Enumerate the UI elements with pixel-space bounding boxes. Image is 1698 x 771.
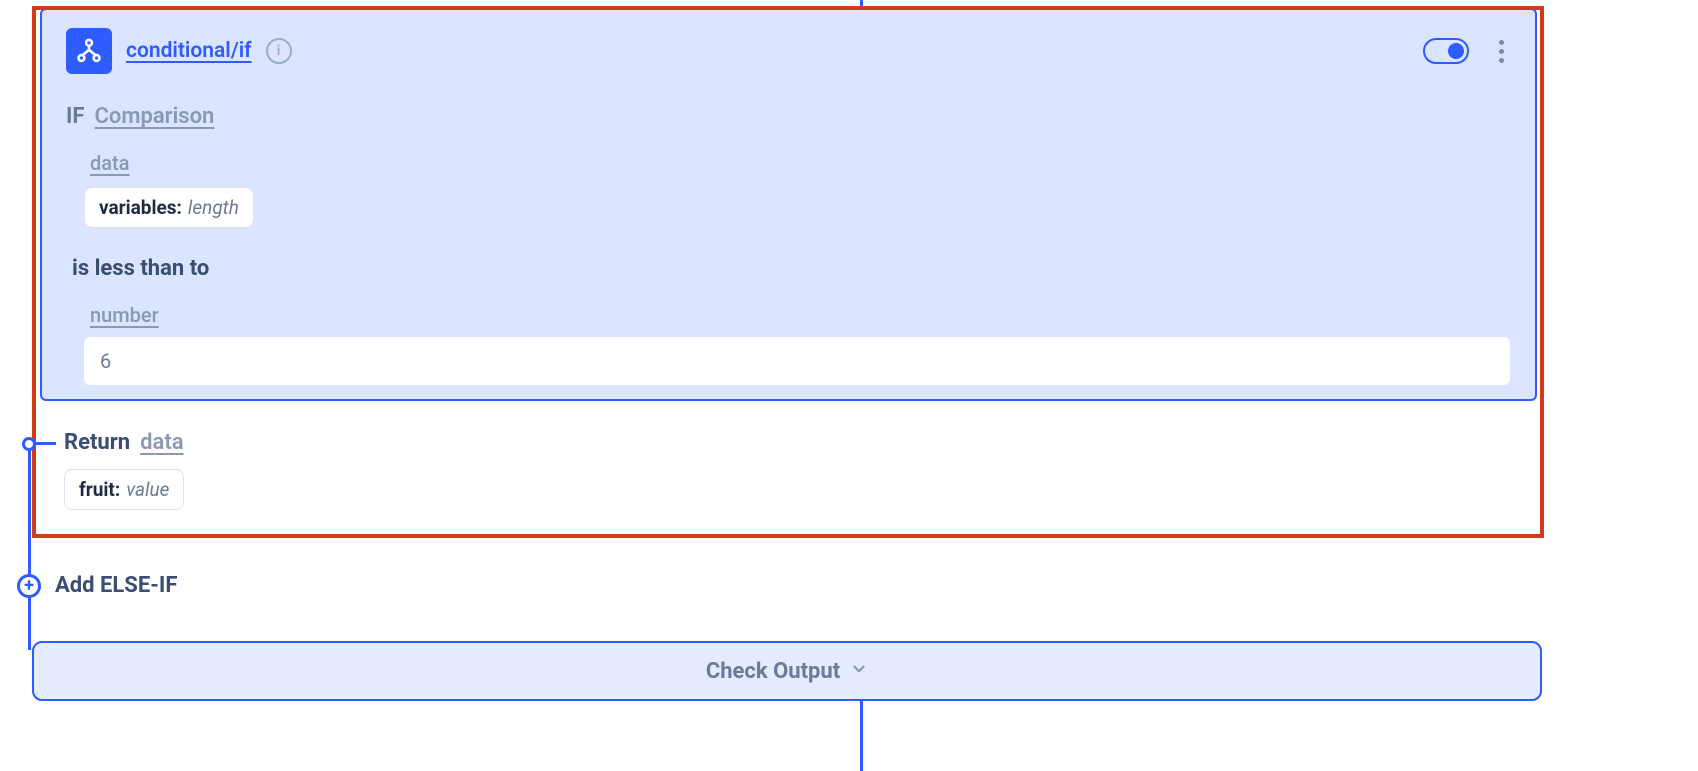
add-elseif-button[interactable]: + Add ELSE-IF bbox=[17, 573, 177, 598]
comparison-type-link[interactable]: Comparison bbox=[95, 104, 215, 129]
if-condition-card[interactable]: conditional/if i IF Comparison data vari… bbox=[40, 8, 1537, 401]
left-vertical-connector bbox=[28, 450, 31, 650]
branch-icon bbox=[66, 28, 112, 74]
bottom-connector-line bbox=[860, 701, 863, 771]
return-connector-line bbox=[36, 442, 56, 445]
return-type-link[interactable]: data bbox=[140, 430, 183, 455]
number-value: 6 bbox=[100, 349, 111, 373]
check-output-label: Check Output bbox=[706, 659, 840, 684]
chevron-down-icon bbox=[850, 659, 868, 684]
left-operand-label[interactable]: data bbox=[90, 151, 1511, 175]
number-input[interactable]: 6 bbox=[84, 337, 1510, 385]
toggle-knob bbox=[1448, 43, 1464, 59]
check-output-button[interactable]: Check Output bbox=[32, 641, 1542, 701]
node-title-link[interactable]: conditional/if bbox=[126, 39, 252, 63]
more-menu-icon[interactable] bbox=[1491, 35, 1511, 67]
return-section: Return data fruit: value bbox=[40, 402, 1537, 540]
chip-key: variables: bbox=[99, 196, 182, 219]
right-operand-label[interactable]: number bbox=[90, 303, 1511, 327]
add-elseif-label: Add ELSE-IF bbox=[55, 573, 177, 598]
chip-key: fruit: bbox=[79, 478, 120, 501]
left-operand-chip[interactable]: variables: length bbox=[84, 187, 254, 228]
enable-toggle[interactable] bbox=[1423, 38, 1469, 64]
chip-value: value bbox=[126, 478, 169, 501]
return-connector-dot bbox=[22, 437, 36, 451]
plus-icon: + bbox=[17, 574, 41, 598]
operator-label[interactable]: is less than to bbox=[72, 256, 1511, 281]
chip-value: length bbox=[188, 196, 239, 219]
return-keyword: Return bbox=[64, 430, 130, 455]
if-row: IF Comparison bbox=[66, 104, 1511, 129]
top-connector-line bbox=[860, 0, 863, 8]
return-chip[interactable]: fruit: value bbox=[64, 469, 184, 510]
card-header: conditional/if i bbox=[66, 28, 1511, 74]
if-keyword: IF bbox=[66, 104, 85, 129]
info-icon[interactable]: i bbox=[266, 38, 292, 64]
